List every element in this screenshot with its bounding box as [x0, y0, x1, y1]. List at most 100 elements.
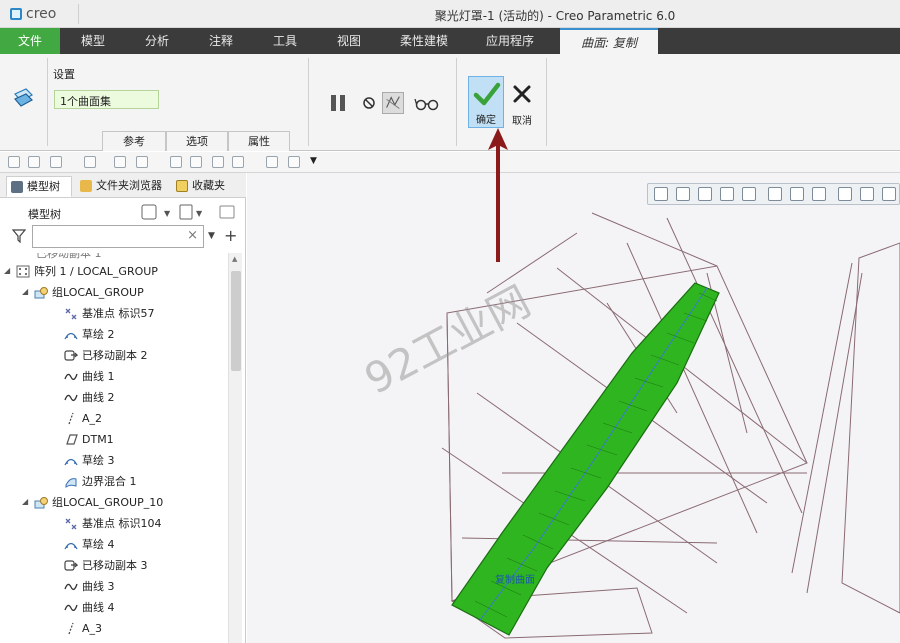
expand-toggle-icon[interactable]: ◢ — [22, 288, 31, 297]
tree-search-input[interactable]: × — [32, 225, 204, 248]
sketch-icon — [64, 542, 78, 550]
tab-model-tree[interactable]: 模型树 — [6, 176, 72, 197]
favorites-icon — [176, 180, 188, 192]
cancel-button[interactable]: 取消 — [508, 82, 536, 128]
preview-geometry-icon[interactable] — [382, 92, 404, 114]
tree-node-label: 已移动副本 2 — [82, 349, 148, 362]
settings-label: 设置 — [53, 68, 75, 81]
boundary-blend-icon — [65, 478, 77, 488]
tree-node-label: 组LOCAL_GROUP — [52, 286, 144, 299]
glasses-icon[interactable] — [414, 92, 440, 114]
filter-icon[interactable] — [12, 229, 26, 243]
tab-favorites-label: 收藏夹 — [192, 179, 225, 192]
tab-folder-browser[interactable]: 文件夹浏览器 — [76, 176, 168, 197]
filter-tree-icon — [219, 205, 235, 219]
close-window-icon[interactable] — [170, 156, 182, 168]
menu-analysis[interactable]: 分析 — [126, 28, 188, 54]
tree-node-label: DTM1 — [82, 433, 114, 446]
tab-options[interactable]: 选项 — [166, 131, 228, 151]
tab-properties[interactable]: 属性 — [228, 131, 290, 151]
curve-icon — [64, 394, 78, 402]
datum-plane-icon — [66, 434, 78, 445]
ribbon-separator — [546, 58, 547, 146]
menu-applications[interactable]: 应用程序 — [468, 28, 552, 54]
settings-icon — [141, 204, 157, 220]
menu-file[interactable]: 文件 — [0, 28, 60, 54]
appearance-icon[interactable] — [212, 156, 224, 168]
ribbon: 设置 1个曲面集 参考 选项 属性 确定 取消 — [0, 54, 900, 151]
menu-view[interactable]: 视图 — [318, 28, 380, 54]
datum-point-icon — [65, 518, 77, 530]
tree-tools: ▼ ▼ — [141, 204, 235, 220]
curve-icon — [64, 583, 78, 591]
surface-copy-icon — [14, 88, 33, 107]
save-icon[interactable] — [28, 156, 40, 168]
folder-icon — [80, 180, 92, 192]
display-style-icon[interactable] — [232, 156, 244, 168]
tree-node-label: 基准点 标识104 — [82, 517, 162, 530]
clear-search-icon[interactable]: × — [187, 228, 198, 243]
quick-access-toolbar: ▼ — [0, 152, 900, 173]
checkmark-icon — [473, 82, 501, 106]
tree-node-label: 曲线 3 — [82, 580, 115, 593]
model-tree: 已移动副本 1 ◢ 阵列 1 / LOCAL_GROUP ◢ 组LOCAL_GROUP… — [0, 253, 228, 643]
svg-text:▼: ▼ — [164, 209, 171, 218]
open-folder-icon[interactable] — [288, 156, 300, 168]
moved-copy-icon — [64, 560, 78, 571]
tree-node-label: 阵列 1 / LOCAL_GROUP — [34, 265, 158, 278]
menu-tools[interactable]: 工具 — [254, 28, 316, 54]
title-bar: creo 聚光灯罩-1 (活动的) - Creo Parametric 6.0 — [0, 0, 900, 28]
sketch-icon — [64, 458, 78, 466]
pattern-icon — [16, 265, 30, 278]
graphics-viewport[interactable]: 92工业网 复制曲面 — [247, 173, 900, 643]
undo-icon[interactable] — [50, 156, 62, 168]
surface-label: 复制曲面 — [495, 573, 535, 586]
axis-icon — [68, 622, 74, 635]
tree-node-label: 草绘 3 — [82, 454, 115, 467]
surface-set-field[interactable]: 1个曲面集 — [54, 90, 159, 109]
measure-icon[interactable] — [190, 156, 202, 168]
menu-annotate[interactable]: 注释 — [190, 28, 252, 54]
windows-icon[interactable] — [136, 156, 148, 168]
axis-icon — [68, 412, 74, 425]
model-tree-header: 模型树 — [28, 208, 61, 221]
tree-node-label: 已移动副本 3 — [82, 559, 148, 572]
search-dropdown-icon[interactable]: ▼ — [208, 231, 215, 241]
model-graphics: 92工业网 复制曲面 — [357, 212, 900, 639]
close-icon — [513, 85, 531, 103]
ok-button[interactable]: 确定 — [468, 76, 504, 128]
navigator-tabs: 模型树 文件夹浏览器 收藏夹 — [0, 173, 246, 198]
tab-model-tree-label: 模型树 — [27, 180, 60, 193]
tree-node-label: 草绘 2 — [82, 328, 115, 341]
tab-surface-copy[interactable]: 曲面: 复制 — [560, 28, 658, 54]
no-preview-icon[interactable] — [358, 92, 380, 114]
tree-node-label: 草绘 4 — [82, 538, 115, 551]
expand-toggle-icon[interactable]: ◢ — [22, 498, 31, 507]
new-file-icon[interactable] — [8, 156, 20, 168]
pause-icon[interactable] — [328, 92, 350, 114]
tab-favorites[interactable]: 收藏夹 — [172, 176, 238, 197]
sketch-icon — [64, 332, 78, 340]
tree-node-label: 曲线 1 — [82, 370, 115, 383]
navigator-panel: 模型树 文件夹浏览器 收藏夹 模型树 ▼ ▼ × ▼ + 已移动副本 1 ◢ 阵列… — [0, 173, 246, 643]
tab-references[interactable]: 参考 — [102, 131, 166, 151]
curve-icon — [64, 373, 78, 381]
menu-flexible-modeling[interactable]: 柔性建模 — [384, 28, 464, 54]
svg-text:▼: ▼ — [196, 209, 203, 218]
menu-model[interactable]: 模型 — [62, 28, 124, 54]
window-title: 聚光灯罩-1 (活动的) - Creo Parametric 6.0 — [434, 9, 676, 23]
toolbar-dropdown-icon[interactable]: ▼ — [310, 156, 322, 168]
watermark-text: 92工业网 — [357, 276, 538, 404]
expand-toggle-icon[interactable]: ◢ — [4, 267, 13, 276]
redo-icon[interactable] — [84, 156, 96, 168]
annotation-icon[interactable] — [266, 156, 278, 168]
tree-node-label: 边界混合 1 — [82, 475, 137, 488]
tree-scrollbar[interactable]: ▲ — [228, 253, 242, 643]
regenerate-icon[interactable] — [114, 156, 126, 168]
scrollbar-thumb[interactable] — [231, 271, 241, 371]
ribbon-separator — [308, 58, 309, 146]
add-icon[interactable]: + — [224, 226, 237, 245]
ribbon-separator — [47, 58, 48, 146]
ribbon-separator — [456, 58, 457, 146]
scroll-up-icon[interactable]: ▲ — [232, 255, 237, 263]
